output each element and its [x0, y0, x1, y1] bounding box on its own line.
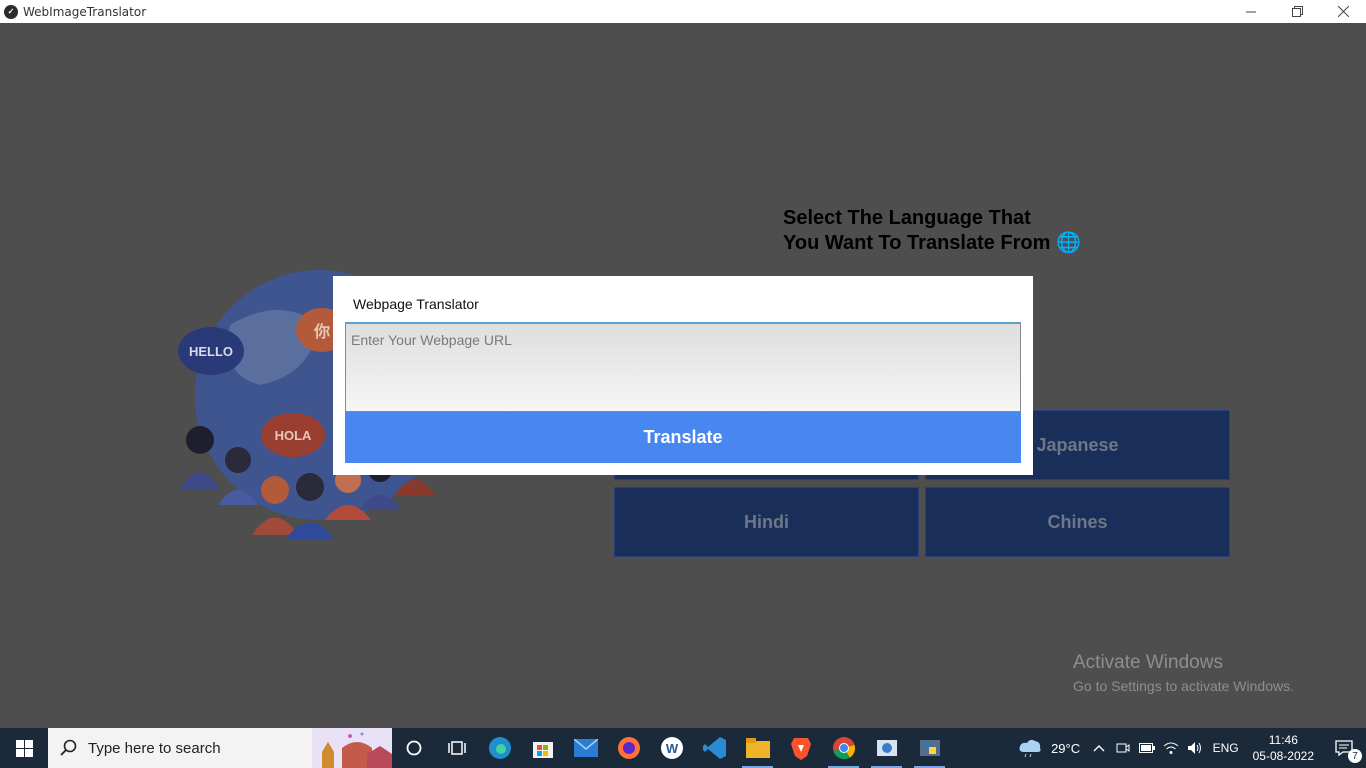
- clock-time: 11:46: [1268, 733, 1298, 747]
- store-button[interactable]: [521, 728, 564, 768]
- search-placeholder: Type here to search: [88, 739, 221, 757]
- start-button[interactable]: [0, 728, 48, 768]
- running-app-button[interactable]: [865, 728, 908, 768]
- cortana-icon: [406, 740, 421, 756]
- file-explorer-button[interactable]: [736, 728, 779, 768]
- app-icon: [876, 740, 897, 756]
- language-selection-heading: Select The Language That You Want To Tra…: [783, 206, 1103, 256]
- mail-icon: [573, 739, 598, 757]
- hola-bubble: HOLA: [275, 428, 312, 443]
- battery-button[interactable]: [1135, 728, 1159, 768]
- clock[interactable]: 11:46 05-08-2022: [1245, 732, 1322, 764]
- close-button[interactable]: [1320, 0, 1366, 23]
- vscode-icon: [702, 737, 726, 759]
- language-button-chines[interactable]: Chines: [925, 487, 1230, 557]
- window-title: WebImageTranslator: [23, 4, 147, 19]
- ni-bubble: 你: [313, 322, 330, 341]
- webpage-translator-dialog: Webpage Translator Translate: [333, 276, 1033, 475]
- brave-button[interactable]: [779, 728, 822, 768]
- show-hidden-icons-button[interactable]: [1087, 728, 1111, 768]
- camera-icon: [1116, 743, 1130, 753]
- word-icon: W: [660, 737, 683, 759]
- chrome-button[interactable]: [822, 728, 865, 768]
- weather-temperature[interactable]: 29°C: [1045, 728, 1087, 768]
- minimize-button[interactable]: [1228, 0, 1274, 23]
- python-button[interactable]: [908, 728, 951, 768]
- chrome-icon: [832, 737, 855, 760]
- minimize-icon: [1246, 11, 1256, 12]
- taskbar: Type here to search W 29°C ENG 11:46 05-…: [0, 728, 1366, 768]
- chevron-up-icon: [1093, 745, 1105, 752]
- store-icon: [532, 742, 553, 758]
- input-language[interactable]: ENG: [1207, 728, 1245, 768]
- title-bar: ✓ WebImageTranslator: [0, 0, 1366, 23]
- vscode-button[interactable]: [693, 728, 736, 768]
- restore-button[interactable]: [1274, 0, 1320, 23]
- meet-now-button[interactable]: [1111, 728, 1135, 768]
- windows-logo-icon: [15, 739, 33, 757]
- language-button-hindi[interactable]: Hindi: [614, 487, 919, 557]
- translate-button[interactable]: Translate: [345, 412, 1021, 463]
- clock-date: 05-08-2022: [1252, 749, 1314, 763]
- svg-text:W: W: [665, 741, 678, 756]
- firefox-button[interactable]: [607, 728, 650, 768]
- hello-bubble: HELLO: [189, 344, 233, 359]
- firefox-icon: [617, 737, 640, 759]
- restore-icon: [1291, 6, 1303, 17]
- task-view-icon: [447, 741, 466, 755]
- mail-button[interactable]: [564, 728, 607, 768]
- kivy-logo-icon: ✓: [4, 4, 18, 19]
- battery-icon: [1138, 743, 1155, 753]
- word-button[interactable]: W: [650, 728, 693, 768]
- taskbar-search[interactable]: Type here to search: [48, 728, 392, 768]
- brave-icon: [790, 738, 811, 760]
- search-highlight-icon: [312, 728, 392, 768]
- file-explorer-icon: [745, 738, 770, 758]
- window-controls: [1228, 0, 1366, 23]
- wifi-icon: [1163, 742, 1178, 754]
- system-tray: 29°C ENG 11:46 05-08-2022 7: [1015, 728, 1366, 768]
- speaker-icon: [1187, 742, 1201, 754]
- weather-button[interactable]: [1015, 728, 1045, 768]
- network-button[interactable]: [1159, 728, 1183, 768]
- action-center-button[interactable]: 7: [1322, 728, 1366, 768]
- heading-line-2: You Want To Translate From 🌐: [783, 232, 1081, 254]
- dialog-title: Webpage Translator: [353, 296, 479, 312]
- notification-count: 7: [1348, 749, 1362, 763]
- edge-icon: [488, 737, 511, 759]
- task-view-button[interactable]: [435, 728, 478, 768]
- volume-button[interactable]: [1183, 728, 1207, 768]
- url-input[interactable]: [345, 322, 1021, 412]
- cloud-rain-icon: [1019, 739, 1041, 758]
- edge-button[interactable]: [478, 728, 521, 768]
- close-icon: [1337, 6, 1349, 17]
- activate-windows-watermark: Activate Windows Go to Settings to activ…: [1073, 652, 1294, 694]
- watermark-subtitle: Go to Settings to activate Windows.: [1073, 678, 1294, 694]
- python-icon: [919, 740, 940, 756]
- cortana-button[interactable]: [392, 728, 435, 768]
- heading-line-1: Select The Language That: [783, 207, 1031, 229]
- search-icon: [48, 739, 88, 757]
- watermark-title: Activate Windows: [1073, 652, 1223, 673]
